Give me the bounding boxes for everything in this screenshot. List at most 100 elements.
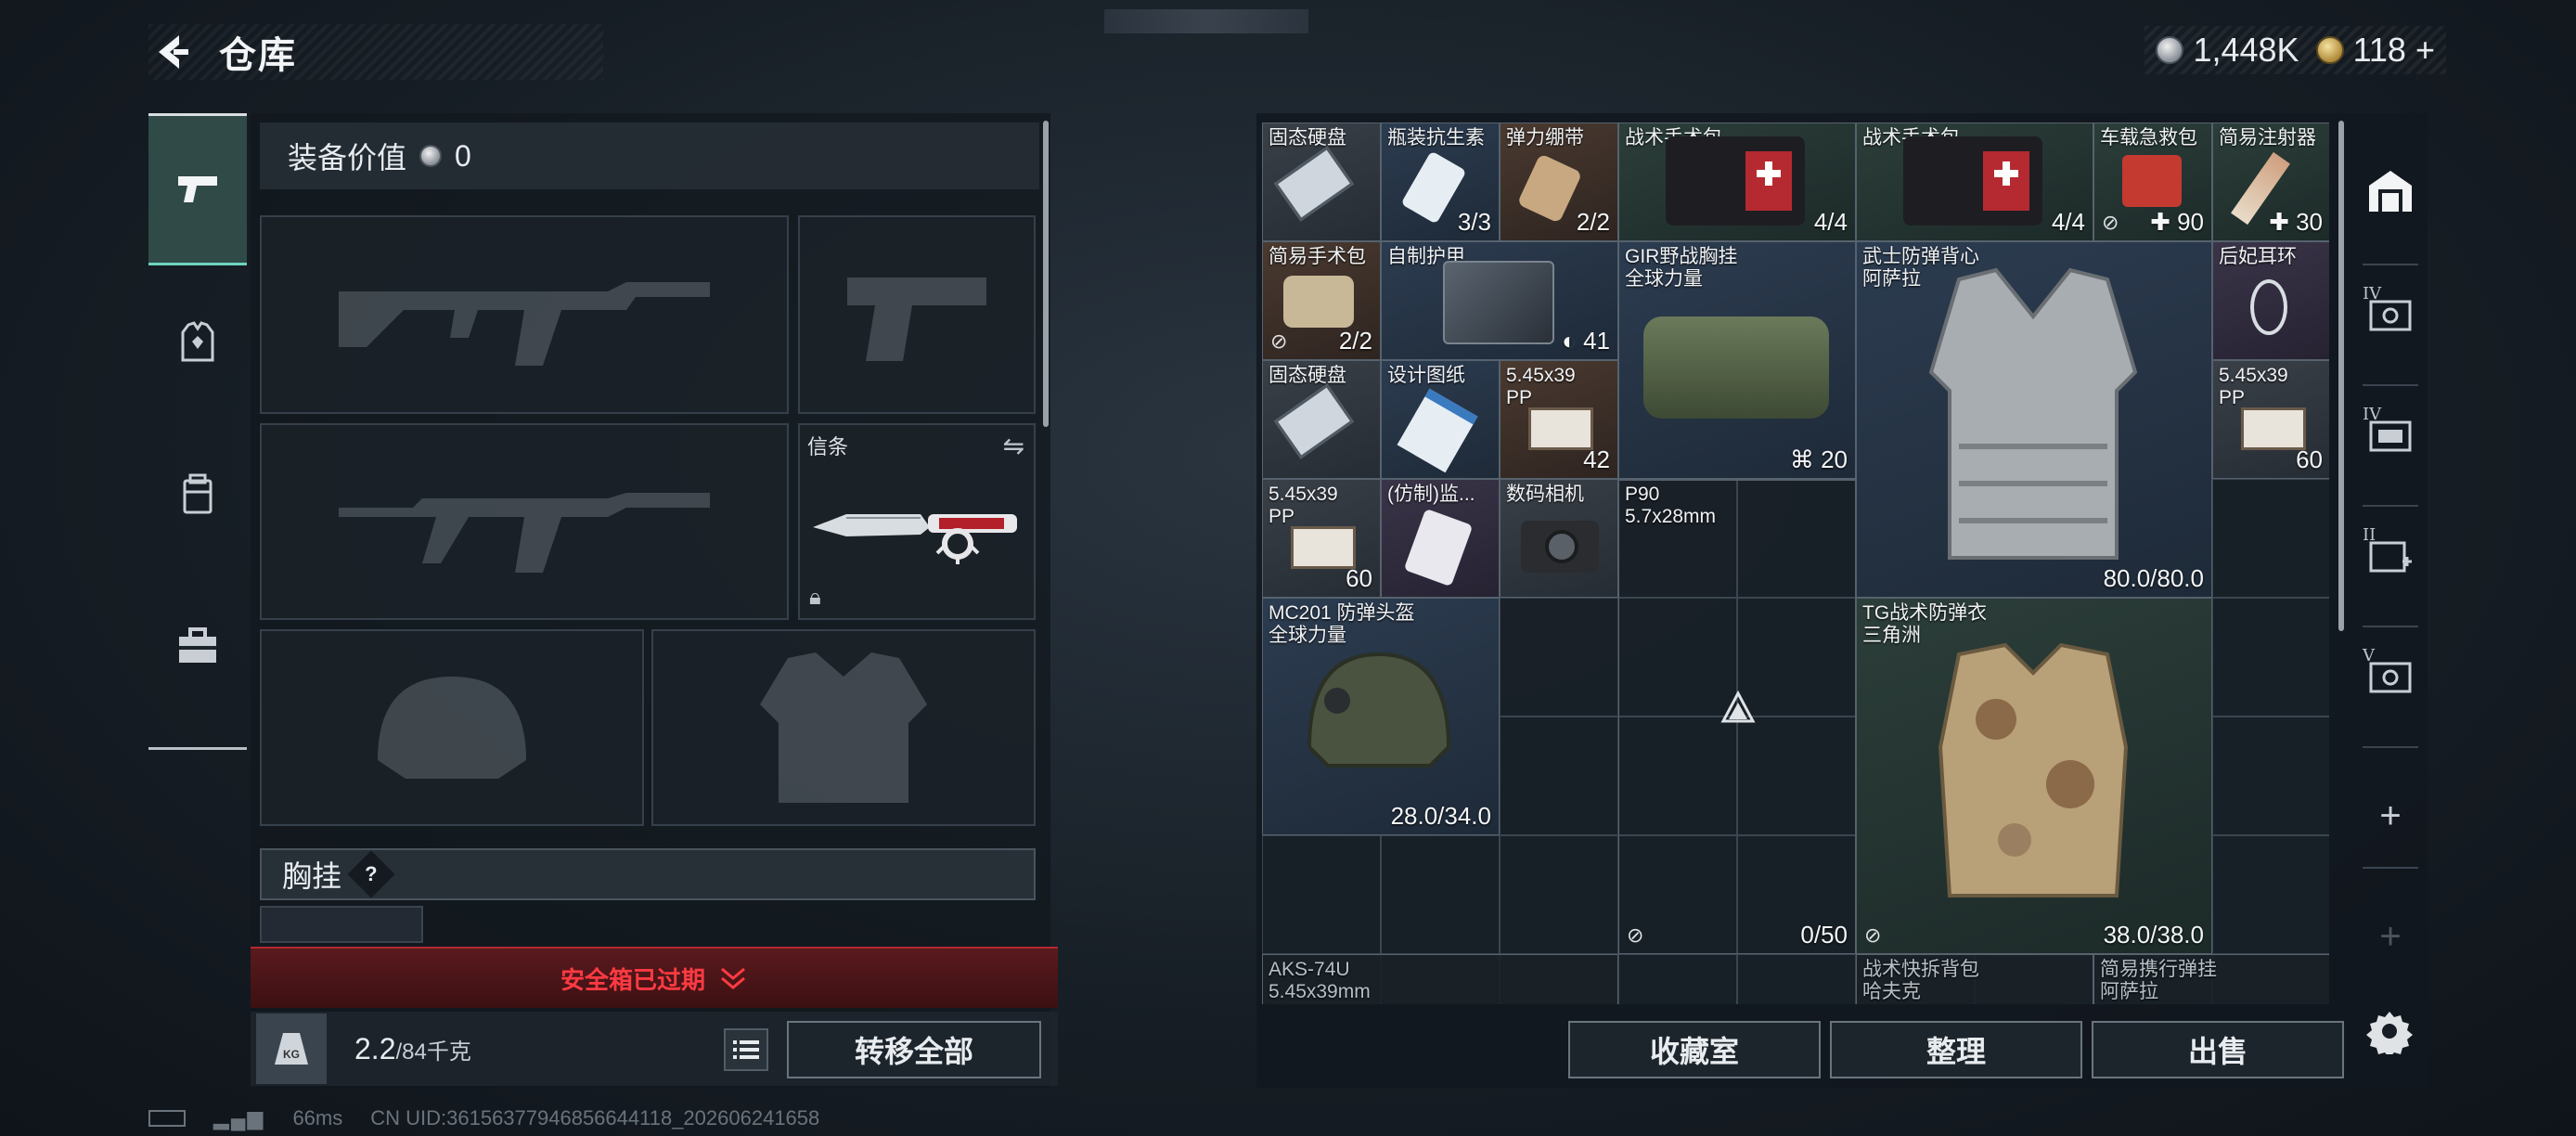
pistol-slot[interactable] xyxy=(798,215,1036,414)
tier-label: V xyxy=(2363,646,2375,665)
item-mag-rig[interactable]: 简易携行弹挂 阿萨拉 xyxy=(2093,954,2329,1004)
tab-main-warehouse[interactable] xyxy=(2353,148,2428,232)
item-ssd[interactable]: 固态硬盘 xyxy=(1262,123,1381,241)
item-simple-surgical-kit[interactable]: 简易手术包 ⊘ 2/2 xyxy=(1262,241,1381,360)
item-surgical-kit[interactable]: 战术手术包 4/4 xyxy=(1618,123,1856,241)
item-antibiotics[interactable]: 瓶装抗生素 3/3 xyxy=(1381,123,1500,241)
item-camera[interactable]: 数码相机 xyxy=(1500,479,1618,598)
first-aid-kit-icon xyxy=(1666,136,1805,226)
item-bandage[interactable]: 弹力绷带 2/2 xyxy=(1500,123,1618,241)
tab-extension-3[interactable]: II xyxy=(2353,514,2428,598)
tier-label: IV xyxy=(2363,405,2382,424)
tab-extension-2[interactable]: IV xyxy=(2353,394,2428,477)
body-armor-slot[interactable] xyxy=(651,629,1036,826)
item-ssd[interactable]: 固态硬盘 xyxy=(1262,360,1381,479)
grid-cell[interactable] xyxy=(2212,598,2329,716)
no-loot-icon: ⊘ xyxy=(1270,329,1288,353)
item-blueprint[interactable]: 设计图纸 xyxy=(1381,360,1500,479)
grid-cell[interactable] xyxy=(2212,835,2329,954)
item-ammo-545[interactable]: 5.45x39 PP 60 xyxy=(2212,360,2329,479)
item-tactical-backpack[interactable]: 战术快拆背包 哈夫克 xyxy=(1856,954,2093,1004)
item-count: 38.0/38.0 xyxy=(2103,921,2204,949)
item-armor-plate[interactable]: 自制护甲 ◐ 41 xyxy=(1381,241,1618,360)
weight-bar: KG 2.2/84千克 转移全部 xyxy=(251,1012,1058,1086)
grid-cell[interactable] xyxy=(1618,954,1737,1004)
helmet-slot[interactable] xyxy=(260,629,644,826)
safe-box-expired-banner[interactable]: 安全箱已过期 xyxy=(251,947,1058,1008)
warehouse-icon xyxy=(2369,171,2412,212)
currency-bar: 1,448K 118 + xyxy=(2145,26,2446,74)
warehouse-actions: 收藏室 整理 出售 xyxy=(1568,1021,2344,1078)
back-arrow-icon xyxy=(159,35,188,69)
chest-rig-label: 胸挂 xyxy=(282,859,342,893)
item-name: 设计图纸 xyxy=(1387,365,1465,386)
ammo-box-icon xyxy=(1291,526,1356,569)
grid-cell[interactable] xyxy=(1262,835,1381,954)
settings-button[interactable] xyxy=(2357,999,2422,1064)
item-surgical-kit[interactable]: 战术手术包 4/4 xyxy=(1856,123,2093,241)
transfer-all-button[interactable]: 转移全部 xyxy=(787,1021,1041,1078)
swap-icon[interactable]: ⇋ xyxy=(1003,431,1024,461)
tab-extension-1[interactable]: IV xyxy=(2353,273,2428,356)
tab-case[interactable] xyxy=(148,570,247,722)
add-warehouse-button-disabled[interactable]: + xyxy=(2353,895,2428,978)
silver-coin-icon xyxy=(2156,36,2184,64)
grid-cell[interactable] xyxy=(1500,835,1618,954)
secondary-weapon-slot[interactable] xyxy=(260,423,789,620)
lock-icon: 🔒︎ xyxy=(809,585,821,610)
tab-separator xyxy=(2363,626,2418,627)
sell-button[interactable]: 出售 xyxy=(2092,1021,2344,1078)
item-count: 60 xyxy=(1346,564,1372,592)
item-count: 80.0/80.0 xyxy=(2103,564,2204,592)
item-ammo-545[interactable]: 5.45x39 PP 60 xyxy=(1262,479,1381,598)
tab-backpack[interactable] xyxy=(148,418,247,570)
item-car-first-aid[interactable]: 车载急救包 ⊘ ✚ 90 xyxy=(2093,123,2212,241)
helmet-silhouette-icon xyxy=(262,631,642,824)
warehouse-scrollbar[interactable] xyxy=(2338,121,2344,631)
item-p90[interactable]: P90 5.7x28mm ⊘ 0/50 xyxy=(1618,479,1856,954)
syringe-icon xyxy=(2231,151,2290,226)
grid-cell[interactable] xyxy=(1500,716,1618,835)
battery-icon xyxy=(148,1110,186,1127)
tab-armor[interactable] xyxy=(148,265,247,418)
no-loot-icon: ⊘ xyxy=(2102,211,2119,234)
primary-weapon-slot[interactable] xyxy=(260,215,789,414)
item-name: 后妃耳环 xyxy=(2219,246,2297,267)
item-earring[interactable]: 后妃耳环 xyxy=(2212,241,2329,360)
gold-currency[interactable]: 118 + xyxy=(2315,31,2435,70)
tab-weapons[interactable] xyxy=(148,113,247,265)
item-tg-vest[interactable]: TG战术防弹衣 三角洲 ⊘ 38.0/38.0 xyxy=(1856,598,2212,954)
list-view-button[interactable] xyxy=(724,1028,768,1071)
collection-button[interactable]: 收藏室 xyxy=(1568,1021,1821,1078)
item-name: GIR野战胸挂 全球力量 xyxy=(1625,246,1738,290)
chest-rig-row[interactable]: 胸挂 ? xyxy=(260,848,1036,900)
armor-silhouette-icon xyxy=(653,631,1034,824)
item-mc201-helmet[interactable]: MC201 防弹头盔 全球力量 28.0/34.0 xyxy=(1262,598,1500,835)
item-count: 2/2 xyxy=(1338,327,1372,355)
no-loot-icon: ⊘ xyxy=(1864,923,1882,947)
add-gold-button[interactable]: + xyxy=(2415,31,2435,70)
melee-slot[interactable]: 信条 ⇋ 🔒︎ xyxy=(798,423,1036,620)
item-injector[interactable]: 简易注射器 ✚ 30 xyxy=(2212,123,2329,241)
grid-cell[interactable] xyxy=(1500,598,1618,716)
pouch-icon xyxy=(1283,276,1354,328)
tab-extension-4[interactable]: V xyxy=(2353,635,2428,718)
add-warehouse-button[interactable]: + xyxy=(2353,774,2428,858)
item-name: 简易携行弹挂 阿萨拉 xyxy=(2100,959,2217,1002)
item-count: 4/4 xyxy=(1813,208,1848,236)
back-button[interactable] xyxy=(148,29,195,75)
item-ammo-545[interactable]: 5.45x39 PP 42 xyxy=(1500,360,1618,479)
equipment-scrollbar[interactable] xyxy=(1043,121,1049,427)
grid-cell[interactable] xyxy=(1381,835,1500,954)
grid-cell[interactable] xyxy=(1737,954,1856,1004)
grid-cell[interactable] xyxy=(2212,716,2329,835)
weight-icon: KG xyxy=(256,1013,327,1084)
help-icon[interactable]: ? xyxy=(347,850,395,898)
item-gir-chest-rig[interactable]: GIR野战胸挂 全球力量 ⌘ 20 xyxy=(1618,241,1856,479)
organize-button[interactable]: 整理 xyxy=(1830,1021,2082,1078)
item-monitor[interactable]: (仿制)监... xyxy=(1381,479,1500,598)
grid-cell[interactable] xyxy=(2212,479,2329,598)
item-samurai-vest[interactable]: 武士防弹背心 阿萨拉 80.0/80.0 xyxy=(1856,241,2212,598)
chest-rig-slot[interactable] xyxy=(260,906,423,943)
item-aks74u[interactable]: AKS-74U 5.45x39mm xyxy=(1262,954,1618,1004)
